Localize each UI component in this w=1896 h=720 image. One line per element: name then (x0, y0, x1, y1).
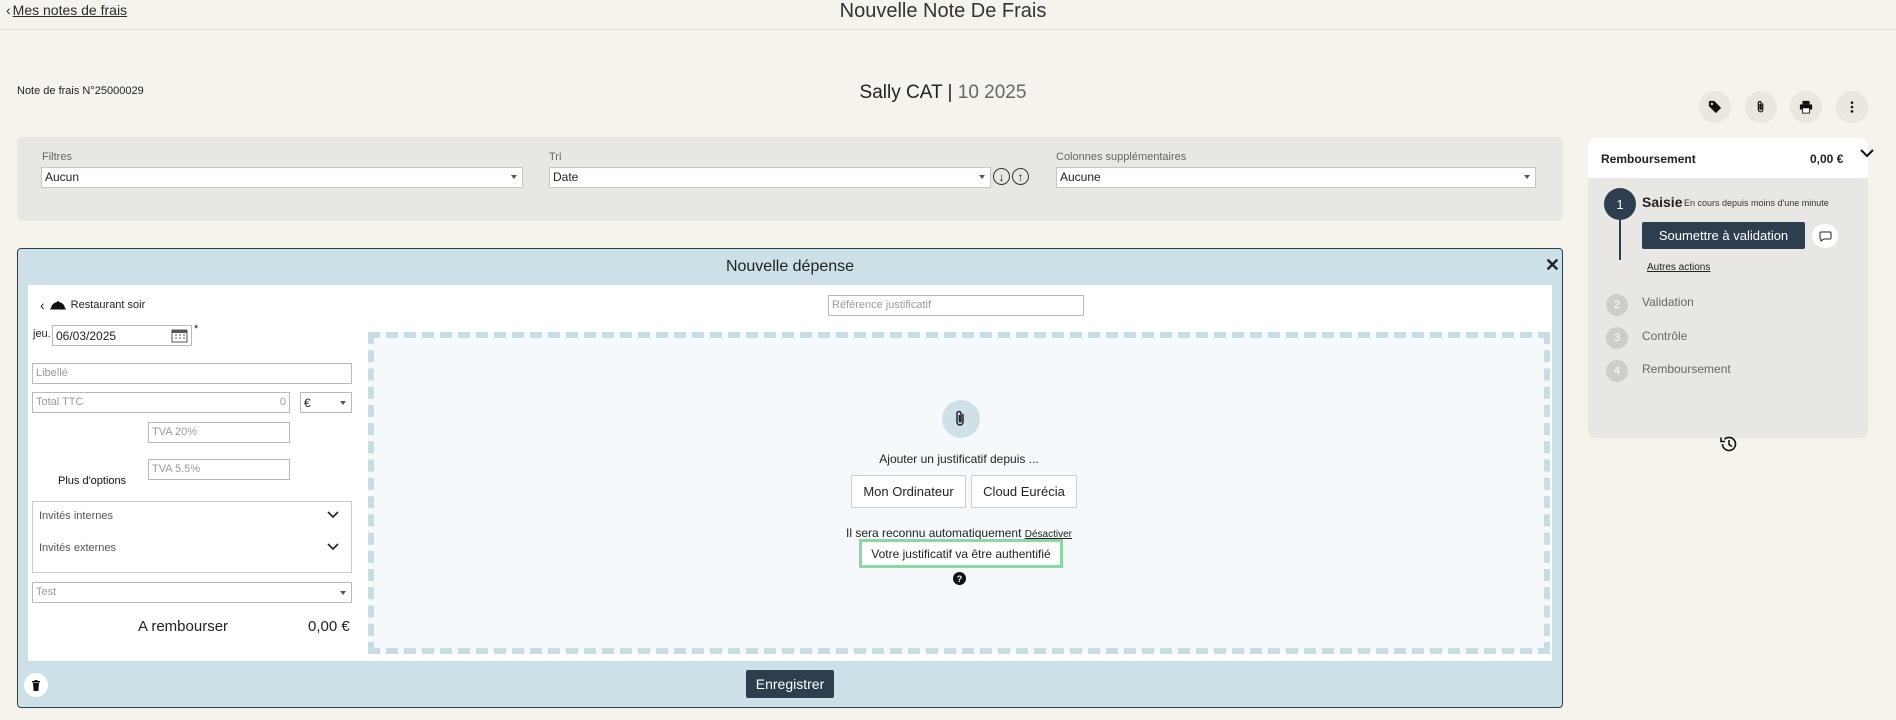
tri-select[interactable]: Date (549, 167, 991, 188)
columns-value: Aucune (1060, 170, 1101, 184)
date-value: 06/03/2025 (56, 329, 117, 343)
my-computer-button[interactable]: Mon Ordinateur (851, 475, 966, 508)
workflow-panel: Remboursement 0,00 € 1 Saisie En cours d… (1588, 138, 1868, 438)
save-button[interactable]: Enregistrer (746, 670, 834, 698)
tag-icon[interactable] (1699, 91, 1731, 123)
expense-form: ‹ Restaurant soir jeu. 06/03/2025 * Réfé… (28, 285, 1552, 661)
more-vert-icon[interactable] (1836, 91, 1868, 123)
employee-name: Sally CAT (859, 82, 943, 103)
currency-select[interactable]: € (300, 392, 352, 413)
sort-ascending-icon[interactable]: ↑ (1012, 168, 1029, 185)
upload-prompt: Ajouter un justificatif depuis ... (879, 452, 1039, 466)
page-title: Nouvelle Note De Frais (839, 0, 1047, 22)
day-label: jeu. (33, 328, 51, 340)
required-mark: * (194, 323, 199, 335)
print-icon[interactable] (1790, 91, 1822, 123)
auto-recognition-row: Il sera reconnu automatiquement Désactiv… (374, 526, 1544, 540)
columns-select[interactable]: Aucune (1056, 167, 1536, 188)
header-divider (0, 29, 1896, 30)
caret-icon (511, 175, 517, 179)
reference-input[interactable]: Référence justificatif (828, 295, 1084, 316)
date-input[interactable]: 06/03/2025 (52, 325, 192, 346)
guests-box: Invités internes Invités externes (32, 501, 352, 573)
step-3-number: 3 (1606, 327, 1628, 349)
total-placeholder: Total TTC (36, 396, 84, 408)
attachment-dropzone[interactable]: Ajouter un justificatif depuis ... Mon O… (368, 332, 1550, 654)
total-value: 0 (279, 396, 286, 408)
paperclip-icon (942, 400, 980, 438)
cloud-eurecia-button[interactable]: Cloud Eurécia (971, 475, 1077, 508)
to-refund-label: A rembourser (138, 618, 229, 635)
step-1-label: Saisie (1642, 194, 1683, 210)
external-guests-label[interactable]: Invités externes (39, 542, 116, 554)
tri-value: Date (553, 170, 579, 184)
caret-icon (340, 591, 346, 595)
sort-descending-icon[interactable]: ↓ (993, 168, 1010, 185)
auto-recognition-text: Il sera reconnu automatiquement (845, 526, 1022, 540)
workflow-header: Remboursement 0,00 € (1588, 138, 1868, 178)
caret-icon (979, 175, 985, 179)
tri-label: Tri (549, 151, 562, 163)
step-4-number: 4 (1606, 360, 1628, 382)
project-select[interactable]: Test (32, 582, 352, 603)
period: 10 2025 (957, 82, 1027, 103)
filtres-select[interactable]: Aucun (41, 167, 523, 188)
total-input[interactable]: Total TTC 0 (32, 392, 290, 413)
comment-icon[interactable] (1812, 224, 1838, 248)
expense-title: Nouvelle dépense (725, 258, 855, 275)
category-label: Restaurant soir (70, 299, 146, 311)
expense-panel: Nouvelle dépense ✕ ‹ Restaurant soir jeu… (17, 248, 1563, 708)
trash-icon[interactable] (24, 673, 48, 697)
workflow-amount: 0,00 € (1810, 152, 1844, 166)
step-3-label: Contrôle (1642, 329, 1688, 343)
more-options-link[interactable]: Plus d'options (58, 475, 126, 487)
step-2-number: 2 (1606, 294, 1628, 316)
chevron-down-icon[interactable] (327, 510, 339, 519)
help-icon[interactable]: ? (953, 572, 966, 585)
chevron-down-icon[interactable] (1859, 147, 1875, 159)
filters-panel: Filtres Aucun Tri Date ↓ ↑ Colonnes supp… (17, 137, 1563, 221)
authenticated-notice: Votre justificatif va être authentifié (859, 539, 1063, 568)
caret-icon (340, 401, 346, 405)
paperclip-icon[interactable] (1745, 91, 1777, 123)
step-2-label: Validation (1642, 295, 1694, 309)
internal-guests-label[interactable]: Invités internes (39, 510, 113, 522)
cloche-icon (49, 301, 66, 310)
employee-period: Sally CAT | 10 2025 (0, 82, 1886, 104)
caret-icon (1524, 175, 1530, 179)
history-icon[interactable] (1719, 434, 1739, 454)
category-selector[interactable]: ‹ Restaurant soir (40, 297, 145, 313)
step-1-number: 1 (1604, 188, 1636, 220)
step-1-status: En cours depuis moins d'une minute (1684, 198, 1829, 208)
to-refund-amount: 0,00 € (308, 618, 350, 635)
separator: | (947, 82, 953, 103)
columns-label: Colonnes supplémentaires (1056, 151, 1187, 163)
currency-value: € (304, 396, 311, 410)
filtres-label: Filtres (42, 151, 72, 163)
other-actions-link[interactable]: Autres actions (1647, 262, 1710, 273)
close-icon[interactable]: ✕ (1545, 255, 1560, 276)
chevron-left-icon: ‹ (40, 297, 45, 313)
submit-validation-button[interactable]: Soumettre à validation (1642, 222, 1805, 249)
tva20-input[interactable]: TVA 20% (148, 422, 290, 443)
calendar-icon[interactable] (171, 328, 188, 343)
libelle-input[interactable]: Libellé (32, 363, 352, 384)
project-value: Test (36, 586, 57, 598)
step-4-label: Remboursement (1642, 362, 1731, 376)
chevron-down-icon[interactable] (327, 542, 339, 551)
workflow-title: Remboursement (1601, 152, 1696, 166)
filtres-value: Aucun (45, 170, 80, 184)
tva55-input[interactable]: TVA 5.5% (148, 459, 290, 480)
